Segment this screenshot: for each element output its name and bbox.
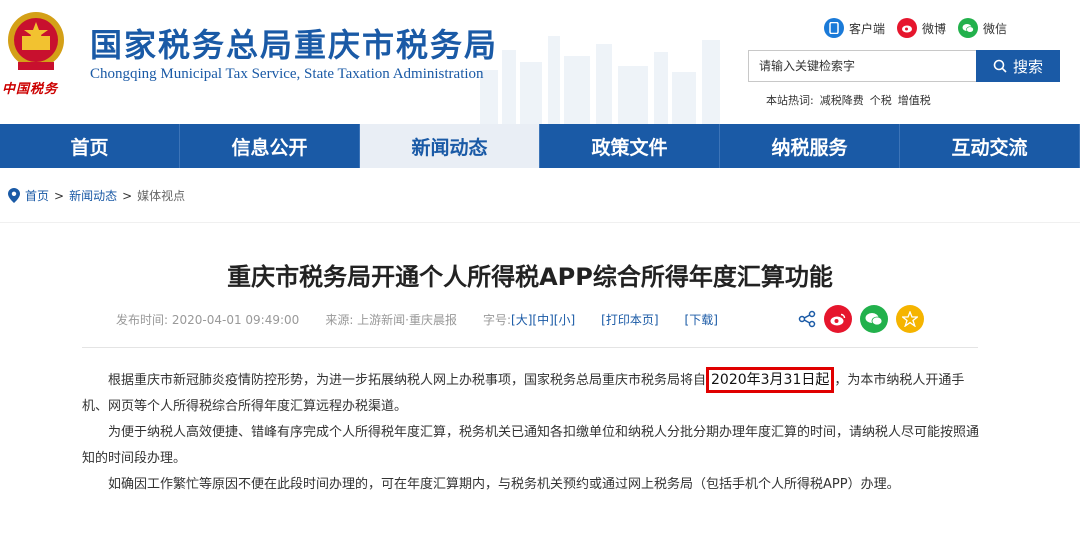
breadcrumb-separator: > <box>54 188 65 203</box>
quick-link-label: 客户端 <box>849 21 886 36</box>
quick-link-wechat[interactable]: 微信 <box>958 18 1007 38</box>
download-link[interactable]: [下载] <box>685 311 718 328</box>
breadcrumb-current: 媒体视点 <box>137 189 186 203</box>
article-source: 来源: 上游新闻·重庆晨报 <box>325 313 457 327</box>
emblem-caption: 中国税务 <box>2 82 59 97</box>
nav-item-policy-documents[interactable]: 政策文件 <box>540 124 720 168</box>
article-paragraph: 为便于纳税人高效便捷、错峰有序完成个人所得税年度汇算，税务机关已通知各扣缴单位和… <box>82 425 980 466</box>
article-paragraph: 根据重庆市新冠肺炎疫情防控形势，为进一步拓展纳税人网上办税事项，国家税务总局重庆… <box>82 367 982 420</box>
search-button[interactable]: 搜索 <box>976 50 1060 82</box>
article-meta: 发布时间: 2020-04-01 09:49:00 来源: 上游新闻·重庆晨报 … <box>116 311 718 328</box>
hot-word-link[interactable]: 增值税 <box>898 92 931 108</box>
search-input[interactable] <box>748 50 976 82</box>
nav-item-home[interactable]: 首页 <box>0 124 180 168</box>
nav-item-interaction[interactable]: 互动交流 <box>900 124 1080 168</box>
nav-item-tax-services[interactable]: 纳税服务 <box>720 124 900 168</box>
wechat-share-icon[interactable] <box>860 305 888 333</box>
nav-item-news[interactable]: 新闻动态 <box>360 124 540 168</box>
quick-link-client[interactable]: 客户端 <box>824 18 885 38</box>
site-title[interactable]: 国家税务总局重庆市税务局 <box>90 20 498 66</box>
site-subtitle: Chongqing Municipal Tax Service, State T… <box>90 66 484 82</box>
breadcrumb-news[interactable]: 新闻动态 <box>69 187 117 204</box>
nav-item-info-disclosure[interactable]: 信息公开 <box>180 124 360 168</box>
favorite-icon[interactable] <box>896 305 924 333</box>
font-size-small-link[interactable]: [小] <box>554 311 575 328</box>
meta-divider <box>82 347 978 348</box>
quick-link-label: 微信 <box>983 21 1008 36</box>
article-paragraph: 如确因工作繁忙等原因不便在此段时间办理的，可在年度汇算期内，与税务机关预约或通过… <box>108 477 900 492</box>
site-header: 中国税务 国家税务总局重庆市税务局 Chongqing Municipal Ta… <box>0 0 1080 124</box>
main-nav: 首页 信息公开 新闻动态 政策文件 纳税服务 互动交流 <box>0 124 1080 168</box>
quick-links: 客户端 微博 微信 <box>824 18 1007 38</box>
publish-time: 发布时间: 2020-04-01 09:49:00 <box>116 313 300 327</box>
wechat-icon <box>958 18 979 38</box>
search-box: 搜索 <box>748 50 1060 82</box>
breadcrumb-home[interactable]: 首页 <box>25 187 49 204</box>
client-app-icon <box>824 18 844 38</box>
article-title: 重庆市税务局开通个人所得税APP综合所得年度汇算功能 <box>227 263 833 291</box>
share-icon[interactable] <box>798 310 816 328</box>
font-size-medium-link[interactable]: [中] <box>532 311 553 328</box>
hot-word-link[interactable]: 个税 <box>870 92 892 108</box>
quick-link-label: 微博 <box>922 21 947 36</box>
breadcrumb-separator: > <box>122 188 133 203</box>
quick-link-weibo[interactable]: 微博 <box>897 18 946 38</box>
location-pin-icon <box>8 188 20 203</box>
highlighted-date: 2020年3月31日起 <box>706 367 835 393</box>
search-icon <box>993 59 1007 73</box>
hot-words: 本站热词: 减税降费 个税 增值税 <box>766 92 931 108</box>
hot-words-prefix: 本站热词: <box>766 94 814 107</box>
breadcrumb: 首页 > 新闻动态 > 媒体视点 <box>8 187 185 204</box>
font-size-label: 字号: <box>483 313 512 327</box>
print-page-link[interactable]: [打印本页] <box>601 311 658 328</box>
share-bar <box>798 305 924 333</box>
search-button-label: 搜索 <box>1012 57 1043 76</box>
hot-word-link[interactable]: 减税降费 <box>820 92 864 108</box>
weibo-icon <box>897 18 918 38</box>
weibo-share-icon[interactable] <box>824 305 852 333</box>
article-body: 根据重庆市新冠肺炎疫情防控形势，为进一步拓展纳税人网上办税事项，国家税务总局重庆… <box>82 367 982 498</box>
article-container: 重庆市税务局开通个人所得税APP综合所得年度汇算功能 发布时间: 2020-04… <box>0 222 1080 540</box>
font-size-large-link[interactable]: [大] <box>511 311 532 328</box>
